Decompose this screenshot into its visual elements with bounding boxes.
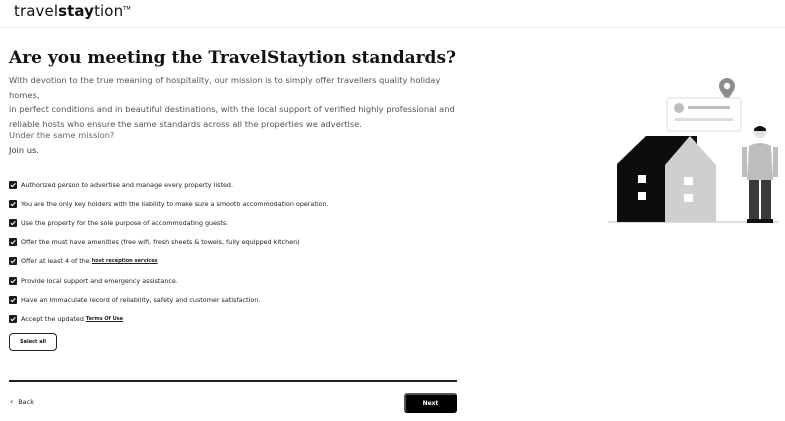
checkbox[interactable]: [9, 180, 17, 189]
divider: [9, 380, 457, 382]
travelstaytion-logo[interactable]: travelstaytionTM: [14, 2, 131, 20]
checkbox[interactable]: [9, 257, 17, 266]
checklist-item-local-support[interactable]: Provide local support and emergency assi…: [9, 271, 469, 290]
intro-line: in perfect conditions and in beautiful d…: [9, 104, 455, 114]
standards-checklist: Authorized person to advertise and manag…: [9, 175, 469, 329]
checklist-item-label: Authorized person to advertise and manag…: [21, 180, 233, 189]
header-bar: travelstaytionTM: [0, 0, 785, 28]
back-label: Back: [18, 397, 34, 406]
checkmark-icon: [10, 259, 16, 264]
house-host-illustration: [608, 78, 779, 223]
logo-part-stay: stay: [58, 2, 95, 20]
checkbox[interactable]: [9, 238, 17, 247]
checkmark-icon: [10, 316, 16, 322]
checklist-item-sole-purpose[interactable]: Use the property for the sole purpose of…: [9, 213, 469, 232]
logo-part-tion: tion: [94, 2, 124, 20]
checkmark-icon: [10, 278, 16, 283]
back-button[interactable]: ‹ Back: [10, 397, 34, 406]
intro-line: With devotion to the true meaning of hos…: [9, 75, 441, 100]
review-card: [666, 97, 742, 132]
checklist-item-label: Use the property for the sole purpose of…: [21, 218, 229, 227]
checkmark-icon: [10, 201, 16, 207]
join-us-text: Join us.: [9, 145, 39, 155]
checklist-item-record[interactable]: Have an immaculate record of reliability…: [9, 290, 469, 309]
checklist-item-label: Have an immaculate record of reliability…: [21, 295, 261, 304]
mission-text: Under the same mission? Join us.: [9, 128, 114, 158]
mission-question: Under the same mission?: [9, 130, 115, 140]
checklist-item-key-holders[interactable]: You are the only key holders with the li…: [9, 194, 469, 213]
checklist-item-label: Accept the updated: [21, 314, 84, 323]
chevron-left-icon: ‹: [10, 397, 14, 406]
intro-paragraph: With devotion to the true meaning of hos…: [9, 73, 459, 131]
window: [638, 175, 646, 183]
checklist-item-label: Offer at least 4 of the: [21, 257, 90, 266]
checklist-item-label: Offer the must have amenities (free wifi…: [21, 238, 300, 247]
checkmark-icon: [10, 240, 16, 245]
checkbox[interactable]: [9, 276, 17, 285]
select-all-button[interactable]: Select all: [9, 333, 57, 351]
checklist-item-terms[interactable]: Accept the updated Terms Of Use: [9, 309, 469, 328]
checklist-item-amenities[interactable]: Offer the must have amenities (free wifi…: [9, 233, 469, 252]
checkmark-icon: [10, 220, 16, 226]
checkbox[interactable]: [9, 199, 17, 208]
checklist-item-reception-services[interactable]: Offer at least 4 of the host reception s…: [9, 252, 469, 271]
checkbox[interactable]: [9, 295, 17, 304]
terms-of-use-link[interactable]: Terms Of Use: [86, 316, 123, 322]
next-button[interactable]: Next: [404, 393, 457, 413]
logo-trademark: TM: [123, 6, 131, 12]
checklist-item-label: You are the only key holders with the li…: [21, 199, 329, 208]
checklist-item-authorized[interactable]: Authorized person to advertise and manag…: [9, 175, 469, 194]
person-figure: [742, 126, 778, 223]
checkmark-icon: [10, 297, 16, 303]
page-title: Are you meeting the TravelStaytion stand…: [9, 48, 456, 68]
host-reception-services-link[interactable]: host reception services: [92, 258, 158, 264]
window: [638, 192, 646, 200]
checkbox[interactable]: [9, 314, 17, 323]
checkbox[interactable]: [9, 218, 17, 227]
checklist-item-label: Provide local support and emergency assi…: [21, 276, 178, 285]
logo-part-travel: travel: [14, 2, 59, 20]
checkmark-icon: [10, 182, 16, 187]
